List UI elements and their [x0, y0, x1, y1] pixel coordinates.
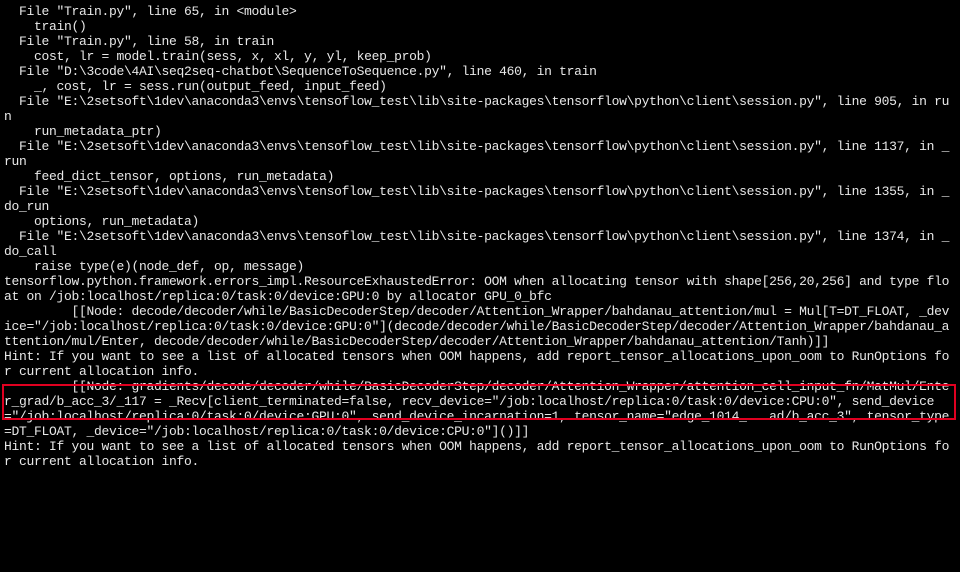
traceback-line: File "E:\2setsoft\1dev\anaconda3\envs\te… [4, 184, 956, 214]
traceback-line: run_metadata_ptr) [4, 124, 956, 139]
node-info: [[Node: gradients/decode/decoder/while/B… [4, 379, 956, 439]
traceback-line: File "E:\2setsoft\1dev\anaconda3\envs\te… [4, 139, 956, 169]
traceback-line: File "E:\2setsoft\1dev\anaconda3\envs\te… [4, 94, 956, 124]
node-info: [[Node: decode/decoder/while/BasicDecode… [4, 304, 956, 349]
terminal-window: File "Train.py", line 65, in <module> tr… [0, 0, 960, 572]
traceback-line: File "E:\2setsoft\1dev\anaconda3\envs\te… [4, 229, 956, 259]
error-message: tensorflow.python.framework.errors_impl.… [4, 274, 956, 304]
traceback-line: feed_dict_tensor, options, run_metadata) [4, 169, 956, 184]
traceback-line: raise type(e)(node_def, op, message) [4, 259, 956, 274]
traceback-line: cost, lr = model.train(sess, x, xl, y, y… [4, 49, 956, 64]
traceback-line: options, run_metadata) [4, 214, 956, 229]
traceback-line: File "Train.py", line 58, in train [4, 34, 956, 49]
hint-message: Hint: If you want to see a list of alloc… [4, 439, 956, 469]
traceback-line: _, cost, lr = sess.run(output_feed, inpu… [4, 79, 956, 94]
traceback-line: File "D:\3code\4AI\seq2seq-chatbot\Seque… [4, 64, 956, 79]
traceback-line: train() [4, 19, 956, 34]
hint-message: Hint: If you want to see a list of alloc… [4, 349, 956, 379]
traceback-line: File "Train.py", line 65, in <module> [4, 4, 956, 19]
